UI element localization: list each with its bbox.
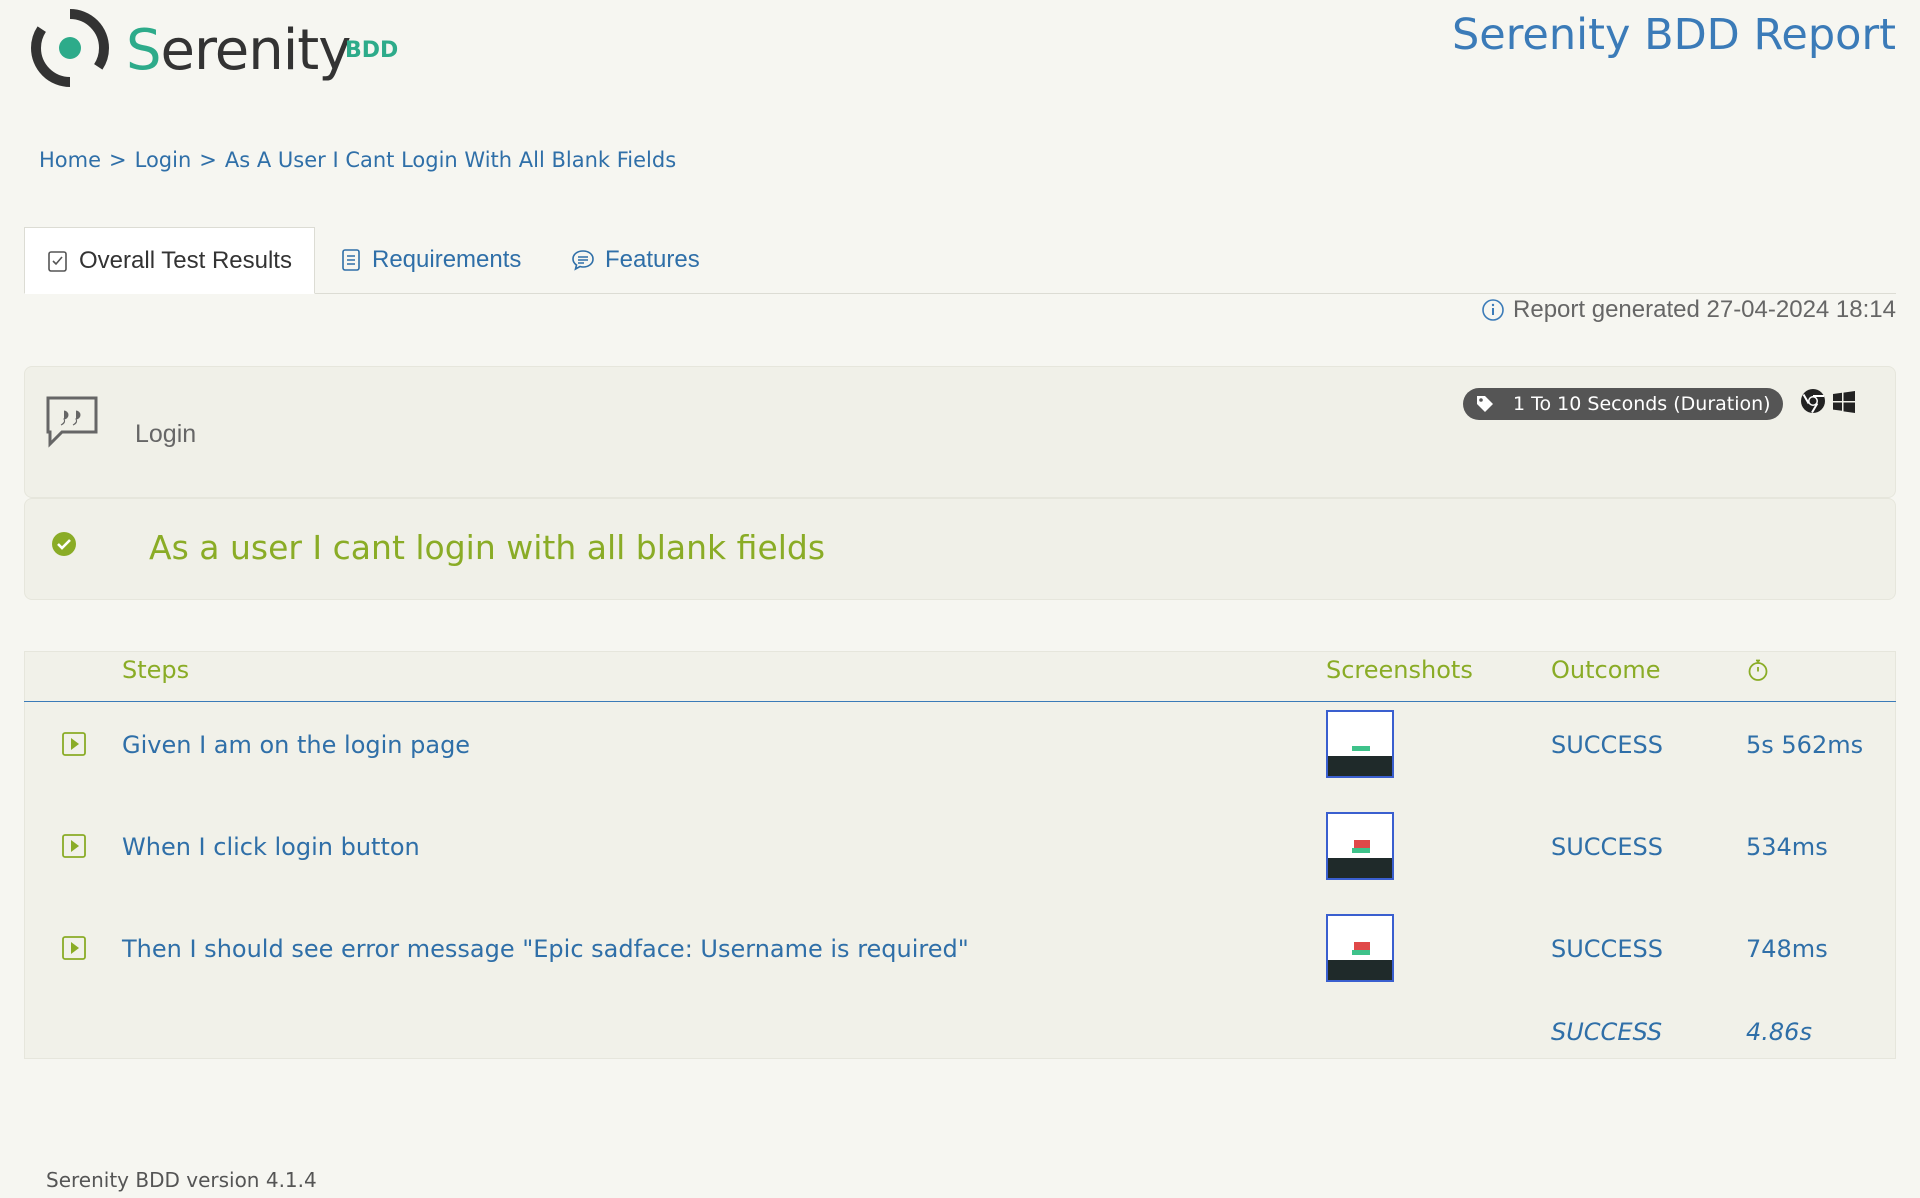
feature-name: Login — [135, 420, 197, 448]
success-check-icon — [52, 532, 76, 556]
tag-label: 1 To 10 Seconds (Duration) — [1513, 393, 1771, 415]
tab-overall-test-results[interactable]: Overall Test Results — [24, 227, 315, 294]
tag-icon — [1477, 396, 1493, 412]
tab-features[interactable]: Features — [571, 227, 700, 293]
logo-wordmark: Serenity — [126, 18, 351, 83]
header-outcome: Outcome — [1551, 656, 1661, 684]
step-outcome: SUCCESS — [1551, 935, 1663, 963]
step-text: Given I am on the login page — [122, 731, 471, 759]
info-icon — [1482, 299, 1504, 321]
breadcrumb-current[interactable]: As A User I Cant Login With All Blank Fi… — [225, 148, 676, 172]
breadcrumb-home[interactable]: Home — [39, 148, 101, 172]
tab-label: Requirements — [372, 246, 522, 273]
step-outcome: SUCCESS — [1551, 833, 1663, 861]
step-outcome: SUCCESS — [1551, 731, 1663, 759]
step-duration: 534ms — [1746, 833, 1828, 861]
scenario-title: As a user I cant login with all blank fi… — [149, 528, 826, 567]
checklist-icon — [48, 250, 67, 272]
tab-requirements[interactable]: Requirements — [340, 227, 521, 293]
breadcrumb-login[interactable]: Login — [135, 148, 192, 172]
breadcrumb: Home > Login > As A User I Cant Login With A… — [39, 148, 676, 172]
step-text: Then I should see error message "Epic sa… — [122, 935, 969, 963]
logo-bdd-suffix: BDD — [345, 38, 399, 63]
breadcrumb-separator: > — [199, 148, 217, 172]
tab-label: Overall Test Results — [79, 246, 292, 274]
total-duration: 4.86s — [1746, 1018, 1812, 1046]
expand-step-icon[interactable] — [62, 936, 86, 960]
header-steps: Steps — [122, 656, 190, 684]
total-outcome: SUCCESS — [1551, 1018, 1663, 1046]
duration-tag-badge[interactable]: 1 To 10 Seconds (Duration) — [1463, 388, 1783, 420]
tab-bar: Overall Test Results Requirements Featur… — [24, 227, 1896, 294]
report-generated-text: Report generated 27-04-2024 18:14 — [1513, 296, 1896, 323]
stopwatch-icon — [1748, 659, 1768, 681]
step-duration: 748ms — [1746, 935, 1828, 963]
serenity-logo-icon — [31, 9, 109, 87]
tab-label: Features — [605, 246, 700, 273]
expand-step-icon[interactable] — [62, 834, 86, 858]
windows-icon — [1833, 391, 1855, 413]
report-title: Serenity BDD Report — [1451, 10, 1896, 60]
report-generated: Report generated 27-04-2024 18:14 — [1481, 296, 1896, 324]
expand-step-icon[interactable] — [62, 732, 86, 756]
breadcrumb-separator: > — [109, 148, 127, 172]
screenshot-thumbnail[interactable] — [1326, 914, 1394, 982]
step-duration: 5s 562ms — [1746, 731, 1864, 759]
document-list-icon — [342, 249, 360, 271]
chrome-icon — [1801, 389, 1825, 414]
speech-bubble-icon — [572, 250, 594, 271]
quote-bubble-icon — [46, 396, 98, 448]
step-text: When I click login button — [122, 833, 420, 861]
footer-version: Serenity BDD version 4.1.4 — [46, 1168, 317, 1192]
screenshot-thumbnail[interactable] — [1326, 812, 1394, 880]
screenshot-thumbnail[interactable] — [1326, 710, 1394, 778]
table-header-divider — [24, 701, 1896, 702]
feature-panel — [24, 366, 1896, 498]
header-screenshots: Screenshots — [1326, 656, 1473, 684]
